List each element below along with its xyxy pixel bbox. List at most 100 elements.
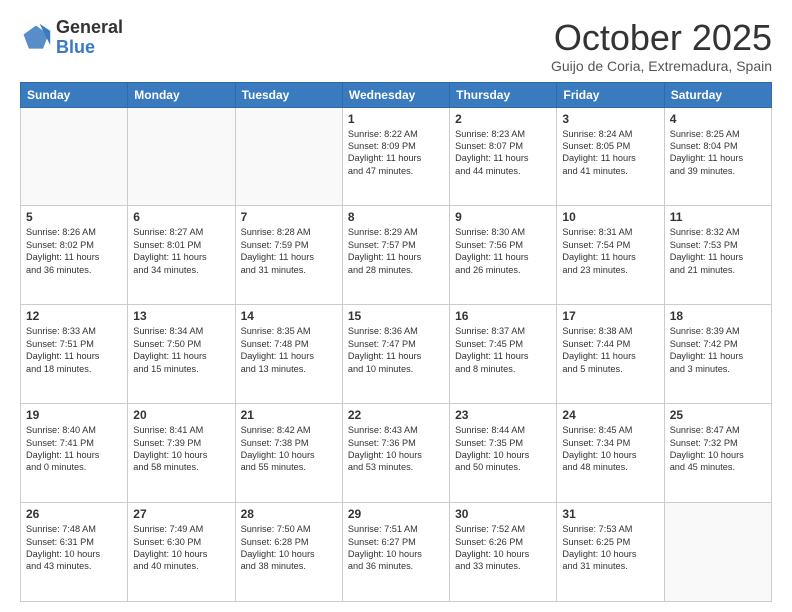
cell-text: Sunrise: 7:52 AM Sunset: 6:26 PM Dayligh… (455, 523, 551, 573)
day-number: 25 (670, 408, 766, 422)
day-number: 2 (455, 112, 551, 126)
header: General Blue October 2025 Guijo de Coria… (20, 18, 772, 74)
cell-text: Sunrise: 7:49 AM Sunset: 6:30 PM Dayligh… (133, 523, 229, 573)
day-number: 18 (670, 309, 766, 323)
day-number: 26 (26, 507, 122, 521)
page: General Blue October 2025 Guijo de Coria… (0, 0, 792, 612)
table-row: 23 Sunrise: 8:44 AM Sunset: 7:35 PM Dayli… (450, 404, 557, 503)
cell-text: Sunrise: 7:53 AM Sunset: 6:25 PM Dayligh… (562, 523, 658, 573)
logo: General Blue (20, 18, 123, 58)
table-row (21, 107, 128, 206)
day-number: 1 (348, 112, 444, 126)
day-number: 27 (133, 507, 229, 521)
title-block: October 2025 Guijo de Coria, Extremadura… (551, 18, 772, 74)
day-number: 30 (455, 507, 551, 521)
table-row: 25 Sunrise: 8:47 AM Sunset: 7:32 PM Dayli… (664, 404, 771, 503)
day-number: 20 (133, 408, 229, 422)
cell-text: Sunrise: 8:42 AM Sunset: 7:38 PM Dayligh… (241, 424, 337, 474)
table-row: 26 Sunrise: 7:48 AM Sunset: 6:31 PM Dayli… (21, 503, 128, 602)
day-number: 16 (455, 309, 551, 323)
table-row: 13 Sunrise: 8:34 AM Sunset: 7:50 PM Dayli… (128, 305, 235, 404)
day-number: 23 (455, 408, 551, 422)
col-wednesday: Wednesday (342, 82, 449, 107)
cell-text: Sunrise: 8:32 AM Sunset: 7:53 PM Dayligh… (670, 226, 766, 276)
day-number: 29 (348, 507, 444, 521)
table-row: 20Sunrise: 8:41 AM Sunset: 7:39 PM Dayli… (128, 404, 235, 503)
cell-text: Sunrise: 8:29 AM Sunset: 7:57 PM Dayligh… (348, 226, 444, 276)
day-number: 13 (133, 309, 229, 323)
table-row: 27 Sunrise: 7:49 AM Sunset: 6:30 PM Dayli… (128, 503, 235, 602)
day-number: 8 (348, 210, 444, 224)
table-row: 11 Sunrise: 8:32 AM Sunset: 7:53 PM Dayli… (664, 206, 771, 305)
day-number: 17 (562, 309, 658, 323)
col-saturday: Saturday (664, 82, 771, 107)
table-row (128, 107, 235, 206)
table-row: 22 Sunrise: 8:43 AM Sunset: 7:36 PM Dayli… (342, 404, 449, 503)
day-number: 22 (348, 408, 444, 422)
day-number: 9 (455, 210, 551, 224)
cell-text: Sunrise: 8:35 AM Sunset: 7:48 PM Dayligh… (241, 325, 337, 375)
table-row: 4 Sunrise: 8:25 AM Sunset: 8:04 PM Daylig… (664, 107, 771, 206)
table-row (235, 107, 342, 206)
table-row: 15Sunrise: 8:36 AM Sunset: 7:47 PM Dayli… (342, 305, 449, 404)
day-number: 5 (26, 210, 122, 224)
calendar-week-row: 1Sunrise: 8:22 AM Sunset: 8:09 PM Daylig… (21, 107, 772, 206)
table-row: 19Sunrise: 8:40 AM Sunset: 7:41 PM Dayli… (21, 404, 128, 503)
cell-text: Sunrise: 8:23 AM Sunset: 8:07 PM Dayligh… (455, 128, 551, 178)
cell-text: Sunrise: 8:38 AM Sunset: 7:44 PM Dayligh… (562, 325, 658, 375)
table-row: 21 Sunrise: 8:42 AM Sunset: 7:38 PM Dayli… (235, 404, 342, 503)
table-row: 3Sunrise: 8:24 AM Sunset: 8:05 PM Daylig… (557, 107, 664, 206)
location-subtitle: Guijo de Coria, Extremadura, Spain (551, 58, 772, 74)
calendar-week-row: 5Sunrise: 8:26 AM Sunset: 8:02 PM Daylig… (21, 206, 772, 305)
col-sunday: Sunday (21, 82, 128, 107)
table-row: 1Sunrise: 8:22 AM Sunset: 8:09 PM Daylig… (342, 107, 449, 206)
cell-text: Sunrise: 8:47 AM Sunset: 7:32 PM Dayligh… (670, 424, 766, 474)
calendar-header-row: Sunday Monday Tuesday Wednesday Thursday… (21, 82, 772, 107)
cell-text: Sunrise: 8:44 AM Sunset: 7:35 PM Dayligh… (455, 424, 551, 474)
day-number: 31 (562, 507, 658, 521)
cell-text: Sunrise: 8:31 AM Sunset: 7:54 PM Dayligh… (562, 226, 658, 276)
day-number: 4 (670, 112, 766, 126)
table-row: 28 Sunrise: 7:50 AM Sunset: 6:28 PM Dayli… (235, 503, 342, 602)
table-row: 6Sunrise: 8:27 AM Sunset: 8:01 PM Daylig… (128, 206, 235, 305)
cell-text: Sunrise: 8:34 AM Sunset: 7:50 PM Dayligh… (133, 325, 229, 375)
day-number: 14 (241, 309, 337, 323)
cell-text: Sunrise: 7:48 AM Sunset: 6:31 PM Dayligh… (26, 523, 122, 573)
table-row: 2 Sunrise: 8:23 AM Sunset: 8:07 PM Daylig… (450, 107, 557, 206)
calendar-week-row: 26 Sunrise: 7:48 AM Sunset: 6:31 PM Dayli… (21, 503, 772, 602)
day-number: 12 (26, 309, 122, 323)
logo-general-text: General (56, 17, 123, 37)
table-row: 14 Sunrise: 8:35 AM Sunset: 7:48 PM Dayli… (235, 305, 342, 404)
day-number: 24 (562, 408, 658, 422)
cell-text: Sunrise: 8:24 AM Sunset: 8:05 PM Dayligh… (562, 128, 658, 178)
cell-text: Sunrise: 8:45 AM Sunset: 7:34 PM Dayligh… (562, 424, 658, 474)
cell-text: Sunrise: 8:25 AM Sunset: 8:04 PM Dayligh… (670, 128, 766, 178)
cell-text: Sunrise: 8:30 AM Sunset: 7:56 PM Dayligh… (455, 226, 551, 276)
table-row: 10 Sunrise: 8:31 AM Sunset: 7:54 PM Dayli… (557, 206, 664, 305)
col-tuesday: Tuesday (235, 82, 342, 107)
cell-text: Sunrise: 8:28 AM Sunset: 7:59 PM Dayligh… (241, 226, 337, 276)
table-row: 31 Sunrise: 7:53 AM Sunset: 6:25 PM Dayli… (557, 503, 664, 602)
table-row: 24 Sunrise: 8:45 AM Sunset: 7:34 PM Dayli… (557, 404, 664, 503)
col-friday: Friday (557, 82, 664, 107)
day-number: 7 (241, 210, 337, 224)
cell-text: Sunrise: 8:27 AM Sunset: 8:01 PM Dayligh… (133, 226, 229, 276)
table-row: 5Sunrise: 8:26 AM Sunset: 8:02 PM Daylig… (21, 206, 128, 305)
table-row: 30 Sunrise: 7:52 AM Sunset: 6:26 PM Dayli… (450, 503, 557, 602)
table-row: 29Sunrise: 7:51 AM Sunset: 6:27 PM Dayli… (342, 503, 449, 602)
day-number: 15 (348, 309, 444, 323)
cell-text: Sunrise: 8:43 AM Sunset: 7:36 PM Dayligh… (348, 424, 444, 474)
day-number: 28 (241, 507, 337, 521)
table-row: 9 Sunrise: 8:30 AM Sunset: 7:56 PM Daylig… (450, 206, 557, 305)
cell-text: Sunrise: 8:37 AM Sunset: 7:45 PM Dayligh… (455, 325, 551, 375)
day-number: 21 (241, 408, 337, 422)
day-number: 10 (562, 210, 658, 224)
table-row (664, 503, 771, 602)
table-row: 7 Sunrise: 8:28 AM Sunset: 7:59 PM Daylig… (235, 206, 342, 305)
table-row: 17 Sunrise: 8:38 AM Sunset: 7:44 PM Dayli… (557, 305, 664, 404)
day-number: 11 (670, 210, 766, 224)
calendar-week-row: 19Sunrise: 8:40 AM Sunset: 7:41 PM Dayli… (21, 404, 772, 503)
cell-text: Sunrise: 7:50 AM Sunset: 6:28 PM Dayligh… (241, 523, 337, 573)
logo-blue-text: Blue (56, 37, 95, 57)
cell-text: Sunrise: 8:40 AM Sunset: 7:41 PM Dayligh… (26, 424, 122, 474)
